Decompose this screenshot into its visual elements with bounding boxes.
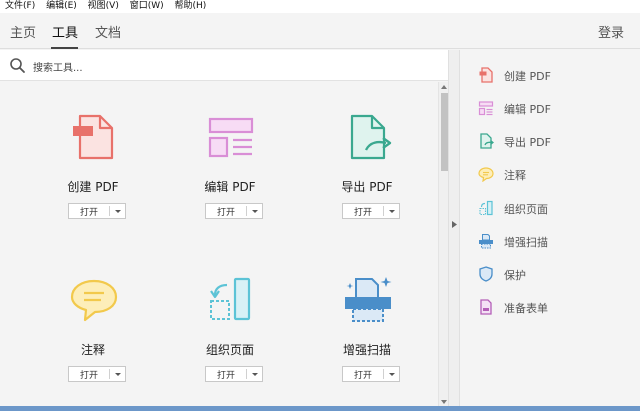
tool-card-export-pdf[interactable]: 导出 PDF 打开 xyxy=(302,82,432,232)
comment-icon xyxy=(478,167,494,182)
right-item-label: 增强扫描 xyxy=(504,236,548,249)
search-bar[interactable]: 搜索工具... xyxy=(0,50,448,81)
tab-home[interactable]: 主页 xyxy=(10,22,36,41)
button-divider xyxy=(109,369,110,379)
dropdown-arrow-icon[interactable] xyxy=(250,367,260,381)
tab-documents[interactable]: 文档 xyxy=(95,22,121,41)
search-icon xyxy=(10,58,25,73)
enhance-scan-icon xyxy=(345,277,392,322)
export-pdf-icon xyxy=(350,114,392,160)
right-item-label: 创建 PDF xyxy=(504,70,551,83)
open-button-label: 打开 xyxy=(79,208,98,218)
prepare-form-icon xyxy=(480,299,492,315)
tab-tools[interactable]: 工具 xyxy=(52,22,78,41)
comment-icon xyxy=(70,279,118,322)
menu-window[interactable]: 窗口(W) xyxy=(130,0,164,13)
button-divider xyxy=(246,369,247,379)
collapse-arrow-icon[interactable] xyxy=(451,220,458,229)
open-button-label: 打开 xyxy=(353,208,372,218)
right-item-create-pdf[interactable]: 创建 PDF xyxy=(478,65,628,85)
open-button-label: 打开 xyxy=(79,371,98,381)
organize-pages-icon xyxy=(210,277,251,321)
right-item-edit-pdf[interactable]: 编辑 PDF xyxy=(478,98,628,118)
edit-pdf-icon xyxy=(478,101,494,116)
open-button[interactable]: 打开 xyxy=(342,203,400,219)
right-item-label: 编辑 PDF xyxy=(504,103,551,116)
tool-name: 组织页面 xyxy=(205,343,254,357)
dropdown-arrow-icon[interactable] xyxy=(113,204,123,218)
open-button[interactable]: 打开 xyxy=(342,366,400,382)
menu-file[interactable]: 文件(F) xyxy=(5,0,35,13)
button-divider xyxy=(246,206,247,216)
tool-card-organize-pages[interactable]: 组织页面 打开 xyxy=(165,245,295,395)
tool-card-edit-pdf[interactable]: 编辑 PDF 打开 xyxy=(165,82,295,232)
menu-help[interactable]: 帮助(H) xyxy=(175,0,207,13)
window-bottom-edge xyxy=(0,406,640,411)
tool-card-create-pdf[interactable]: 创建 PDF 打开 xyxy=(28,82,158,232)
dropdown-arrow-icon[interactable] xyxy=(387,204,397,218)
tool-card-comment[interactable]: 注释 打开 xyxy=(28,245,158,395)
menu-bar: 文件(F) 编辑(E) 视图(V) 窗口(W) 帮助(H) xyxy=(0,0,640,13)
right-item-organize-pages[interactable]: 组织页面 xyxy=(478,198,628,218)
right-item-label: 准备表单 xyxy=(504,302,548,315)
tool-grid: 创建 PDF 打开 编辑 PDF 打开 导出 PDF 打开 注释 打开 组织页面… xyxy=(0,82,438,411)
open-button[interactable]: 打开 xyxy=(68,366,126,382)
tool-name: 创建 PDF xyxy=(67,180,119,194)
open-button-label: 打开 xyxy=(216,371,235,381)
right-item-comment[interactable]: 注释 xyxy=(478,164,628,184)
scroll-down-icon[interactable] xyxy=(440,398,448,406)
right-item-label: 导出 PDF xyxy=(504,136,551,149)
scrollbar-thumb[interactable] xyxy=(441,93,448,171)
open-button[interactable]: 打开 xyxy=(205,203,263,219)
open-button-label: 打开 xyxy=(216,208,235,218)
tool-card-enhance-scan[interactable]: 增强扫描 打开 xyxy=(302,245,432,395)
right-item-export-pdf[interactable]: 导出 PDF xyxy=(478,131,628,151)
search-input[interactable]: 搜索工具... xyxy=(33,59,83,74)
tool-name: 增强扫描 xyxy=(342,343,391,357)
button-divider xyxy=(109,206,110,216)
create-pdf-icon xyxy=(73,114,114,160)
dropdown-arrow-icon[interactable] xyxy=(250,204,260,218)
create-pdf-icon xyxy=(479,67,493,83)
right-tools-panel: 创建 PDF 编辑 PDF 导出 PDF 注释 组织页面 增强扫描 保护 准备表… xyxy=(461,50,640,411)
tool-name: 导出 PDF xyxy=(341,180,393,194)
button-divider xyxy=(383,206,384,216)
open-button[interactable]: 打开 xyxy=(68,203,126,219)
menu-view[interactable]: 视图(V) xyxy=(88,0,119,13)
right-item-protect[interactable]: 保护 xyxy=(478,264,628,284)
dropdown-arrow-icon[interactable] xyxy=(113,367,123,381)
right-item-enhance-scan[interactable]: 增强扫描 xyxy=(478,231,628,251)
tab-bar: 主页 工具 文档 登录 xyxy=(0,13,640,49)
right-item-label: 保护 xyxy=(504,269,526,282)
open-button-label: 打开 xyxy=(353,371,372,381)
active-tab-indicator xyxy=(51,47,78,49)
vertical-scrollbar[interactable] xyxy=(438,82,448,411)
button-divider xyxy=(383,369,384,379)
organize-pages-icon xyxy=(479,200,493,216)
scroll-up-icon[interactable] xyxy=(440,83,448,91)
shield-icon xyxy=(479,266,493,282)
menu-edit[interactable]: 编辑(E) xyxy=(46,0,77,13)
right-item-label: 组织页面 xyxy=(504,203,548,216)
tool-name: 注释 xyxy=(80,343,105,357)
dropdown-arrow-icon[interactable] xyxy=(387,367,397,381)
login-link[interactable]: 登录 xyxy=(598,22,624,41)
tool-name: 编辑 PDF xyxy=(204,180,256,194)
edit-pdf-icon xyxy=(208,117,254,158)
export-pdf-icon xyxy=(480,133,494,149)
right-item-prepare-form[interactable]: 准备表单 xyxy=(478,297,628,317)
panel-divider[interactable] xyxy=(448,50,460,411)
open-button[interactable]: 打开 xyxy=(205,366,263,382)
right-item-label: 注释 xyxy=(504,169,526,182)
enhance-scan-icon xyxy=(479,234,493,249)
